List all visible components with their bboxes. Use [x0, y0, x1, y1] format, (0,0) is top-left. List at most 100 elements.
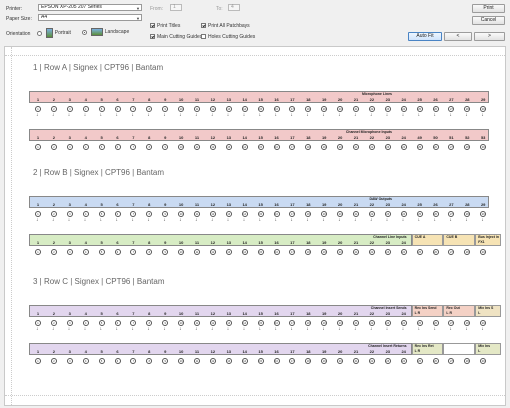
to-input[interactable]: 4	[228, 4, 240, 11]
jack-hole[interactable]: 12	[209, 249, 216, 255]
jack-hole[interactable]: 25	[416, 249, 423, 255]
jack-hole[interactable]: 20	[337, 358, 344, 364]
jack-hole[interactable]: 17	[289, 249, 296, 255]
jack-hole[interactable]: 11	[194, 249, 200, 255]
jack-hole[interactable]: 21	[353, 358, 359, 364]
jack-hole[interactable]: 23	[384, 249, 391, 255]
jack-hole[interactable]: 29	[480, 358, 487, 364]
jack-hole[interactable]: 18	[305, 358, 312, 364]
jack-hole[interactable]: 14	[241, 249, 248, 255]
landscape-option[interactable]: Landscape	[82, 28, 129, 39]
jack-hole[interactable]: 4	[82, 144, 89, 150]
jack-hole[interactable]: 24	[400, 358, 407, 364]
jack-hole[interactable]: 12	[209, 144, 216, 150]
jack-hole[interactable]: 6	[114, 144, 121, 150]
portrait-option[interactable]: Portrait	[37, 28, 71, 39]
jack-hole[interactable]: 17	[289, 358, 296, 364]
jack-hole[interactable]: 12	[209, 358, 216, 364]
jack-hole[interactable]: 25	[416, 358, 423, 364]
jack-hole[interactable]: 19	[321, 249, 328, 255]
jack-hole[interactable]: 6	[114, 358, 121, 364]
jack-hole[interactable]: 28	[464, 249, 471, 255]
print-all-option[interactable]: Print All Patchbays	[201, 23, 250, 29]
jack-hole[interactable]: 3	[66, 358, 73, 364]
jack-hole[interactable]: 21	[353, 249, 359, 255]
jack-hole[interactable]: 16	[273, 249, 280, 255]
jack-hole[interactable]: 8	[146, 144, 153, 150]
jack-hole[interactable]: 5	[98, 144, 105, 150]
main-guides-checkbox[interactable]	[150, 34, 155, 40]
jack-hole[interactable]: 26	[432, 249, 439, 255]
jack-hole[interactable]: 3	[66, 249, 73, 255]
jack-hole[interactable]: 9	[162, 144, 169, 150]
auto-fit-button[interactable]: Auto Fit	[408, 32, 442, 41]
jack-hole[interactable]: 4	[82, 249, 89, 255]
paper-size-select[interactable]: A4 ▼	[38, 14, 142, 21]
jack-hole[interactable]: 10	[178, 144, 185, 150]
jack-hole[interactable]: 13	[225, 358, 232, 364]
jack-hole[interactable]: 26	[432, 144, 439, 150]
from-input[interactable]: 1	[170, 4, 182, 11]
jack-hole[interactable]: 22	[368, 144, 375, 150]
jack-hole[interactable]: 17	[289, 144, 296, 150]
jack-hole[interactable]: 20	[337, 249, 344, 255]
jack-hole[interactable]: 3	[66, 144, 73, 150]
landscape-radio[interactable]	[82, 29, 87, 35]
jack-hole[interactable]: 15	[257, 249, 264, 255]
portrait-radio[interactable]	[37, 30, 42, 36]
jack-hole[interactable]: 15	[257, 358, 264, 364]
jack-hole[interactable]: 7	[130, 249, 137, 255]
print-button[interactable]: Print	[472, 4, 505, 13]
jack-hole[interactable]: 1	[35, 249, 41, 255]
jack-hole[interactable]: 18	[305, 249, 312, 255]
jack-hole[interactable]: 16	[273, 358, 280, 364]
holes-guides-checkbox[interactable]	[201, 34, 206, 40]
jack-hole[interactable]: 28	[464, 144, 471, 150]
jack-hole[interactable]: 6	[114, 249, 121, 255]
jack-hole[interactable]: 2	[50, 249, 57, 255]
jack-hole[interactable]: 27	[448, 249, 455, 255]
print-titles-checkbox[interactable]	[150, 23, 155, 29]
jack-hole[interactable]: 24	[400, 144, 407, 150]
jack-hole[interactable]: 27	[448, 358, 455, 364]
jack-hole[interactable]: 28	[464, 358, 471, 364]
jack-hole[interactable]: 26	[432, 358, 439, 364]
next-page-button[interactable]: >	[474, 32, 505, 41]
jack-hole[interactable]: 11	[194, 144, 200, 150]
jack-hole[interactable]: 13	[225, 144, 232, 150]
jack-hole[interactable]: 19	[321, 358, 328, 364]
jack-hole[interactable]: 27	[448, 144, 455, 150]
jack-hole[interactable]: 8	[146, 358, 153, 364]
printer-select[interactable]: EPSON XP-205 207 Series ▼	[38, 4, 142, 11]
jack-hole[interactable]: 20	[337, 144, 344, 150]
jack-hole[interactable]: 14	[241, 358, 248, 364]
jack-hole[interactable]: 8	[146, 249, 153, 255]
jack-hole[interactable]: 4	[82, 358, 89, 364]
jack-hole[interactable]: 29	[480, 144, 487, 150]
jack-hole[interactable]: 21	[353, 144, 359, 150]
jack-hole[interactable]: 29	[480, 249, 487, 255]
jack-hole[interactable]: 7	[130, 144, 137, 150]
jack-hole[interactable]: 2	[50, 358, 57, 364]
jack-hole[interactable]: 16	[273, 144, 280, 150]
jack-hole[interactable]: 14	[241, 144, 248, 150]
jack-hole[interactable]: 1	[35, 358, 41, 364]
jack-hole[interactable]: 9	[162, 358, 169, 364]
jack-hole[interactable]: 2	[50, 144, 57, 150]
jack-hole[interactable]: 7	[130, 358, 137, 364]
print-all-checkbox[interactable]	[201, 23, 206, 29]
jack-hole[interactable]: 23	[384, 144, 391, 150]
previous-page-button[interactable]: <	[444, 32, 472, 41]
jack-hole[interactable]: 11	[194, 358, 200, 364]
jack-hole[interactable]: 24	[400, 249, 407, 255]
jack-hole[interactable]: 15	[257, 144, 264, 150]
jack-hole[interactable]: 1	[35, 144, 41, 150]
jack-hole[interactable]: 13	[225, 249, 232, 255]
cancel-button[interactable]: Cancel	[472, 16, 505, 25]
jack-hole[interactable]: 23	[384, 358, 391, 364]
jack-hole[interactable]: 22	[368, 358, 375, 364]
holes-guides-option[interactable]: Holes Cutting Guides	[201, 34, 255, 40]
jack-hole[interactable]: 10	[178, 249, 185, 255]
jack-hole[interactable]: 19	[321, 144, 328, 150]
jack-hole[interactable]: 22	[368, 249, 375, 255]
